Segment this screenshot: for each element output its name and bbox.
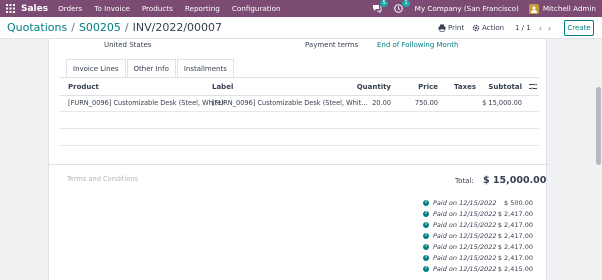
line-quantity[interactable]: 20.00 <box>372 99 391 107</box>
row-divider <box>59 145 539 146</box>
payment-terms-field[interactable]: End of Following Month <box>377 41 458 51</box>
payment-date: Paid on 12/15/2022 <box>433 209 497 218</box>
breadcrumb-separator: / <box>71 21 75 34</box>
info-icon[interactable]: i <box>423 221 429 228</box>
payment-line: i Paid on 12/15/2022 $ 500.00 <box>423 197 533 208</box>
top-navbar: Sales Orders To Invoice Products Reporti… <box>0 0 602 17</box>
breadcrumb-order[interactable]: S00205 <box>79 21 121 34</box>
table-row[interactable]: [FURN_0096] Customizable Desk (Steel, Wh… <box>59 97 539 111</box>
company-switcher[interactable]: My Company (San Francisco) <box>415 4 519 13</box>
tab-installments[interactable]: Installments <box>176 59 234 78</box>
partner-country: United States <box>104 41 152 49</box>
form-sheet: United States Payment terms End of Follo… <box>48 39 548 280</box>
column-price[interactable]: Price <box>418 83 438 91</box>
tab-invoice-lines[interactable]: Invoice Lines <box>66 59 126 78</box>
info-icon[interactable]: i <box>423 243 429 250</box>
scrollbar-thumb[interactable] <box>596 87 601 165</box>
notebook-tabs: Invoice Lines Other Info Installments <box>66 59 235 78</box>
action-label: Action <box>482 24 505 32</box>
payment-amount: $ 2,417.00 <box>497 220 533 229</box>
print-label: Print <box>448 24 465 32</box>
menu-configuration[interactable]: Configuration <box>232 4 281 13</box>
payment-list: i Paid on 12/15/2022 $ 500.00 i Paid on … <box>423 197 533 274</box>
action-button[interactable]: Action <box>472 24 504 32</box>
header-divider <box>59 95 539 96</box>
info-icon[interactable]: i <box>423 265 429 272</box>
total-value: $ 15,000.00 <box>483 175 547 186</box>
apps-menu-icon[interactable] <box>3 0 17 17</box>
activity-badge: 1 <box>402 0 410 7</box>
breadcrumb-current: INV/2022/00007 <box>132 21 223 34</box>
chat-badge: 5 <box>380 0 388 7</box>
tab-other-info[interactable]: Other Info <box>126 59 176 78</box>
line-subtotal: $ 15,000.00 <box>482 99 522 107</box>
payment-amount: $ 2,417.00 <box>497 253 533 262</box>
user-avatar[interactable] <box>528 3 539 14</box>
row-divider <box>59 111 539 112</box>
row-divider <box>59 128 539 129</box>
column-taxes[interactable]: Taxes <box>454 83 476 91</box>
optional-columns-icon[interactable] <box>529 83 537 92</box>
payment-amount: $ 500.00 <box>504 198 533 207</box>
payment-terms-label: Payment terms <box>305 41 359 49</box>
scrollbar[interactable] <box>595 39 602 280</box>
menu-reporting[interactable]: Reporting <box>185 4 220 13</box>
column-quantity[interactable]: Quantity <box>357 83 391 91</box>
payment-date: Paid on 12/15/2022 <box>433 264 497 273</box>
payment-line: i Paid on 12/15/2022 $ 2,417.00 <box>423 230 533 241</box>
pager-next-icon[interactable]: › <box>548 24 551 33</box>
payment-line: i Paid on 12/15/2022 $ 2,417.00 <box>423 219 533 230</box>
chat-icon[interactable]: 5 <box>371 0 388 15</box>
column-subtotal[interactable]: Subtotal <box>488 83 522 91</box>
gear-icon <box>472 24 480 32</box>
tabs-divider <box>59 77 539 78</box>
column-label[interactable]: Label <box>212 83 233 91</box>
user-menu[interactable]: Mitchell Admin <box>543 4 596 13</box>
print-icon <box>438 24 446 32</box>
payment-line: i Paid on 12/15/2022 $ 2,417.00 <box>423 241 533 252</box>
payment-line: i Paid on 12/15/2022 $ 2,415.00 <box>423 263 533 274</box>
control-panel: Quotations / S00205 / INV/2022/00007 Pri… <box>0 17 602 39</box>
pager-previous-icon[interactable]: ‹ <box>539 24 542 33</box>
app-name[interactable]: Sales <box>21 4 48 14</box>
terms-and-conditions-field[interactable]: Terms and Conditions <box>67 175 138 183</box>
activity-icon[interactable]: 1 <box>393 0 410 15</box>
info-icon[interactable]: i <box>423 254 429 261</box>
payment-date: Paid on 12/15/2022 <box>433 242 497 251</box>
line-price[interactable]: 750.00 <box>415 99 438 107</box>
payment-amount: $ 2,417.00 <box>497 231 533 240</box>
menu-to-invoice[interactable]: To Invoice <box>94 4 130 13</box>
info-icon[interactable]: i <box>423 210 429 217</box>
line-label[interactable]: [FURN_0096] Customizable Desk (Steel, Wh… <box>212 99 368 107</box>
payment-date: Paid on 12/15/2022 <box>433 198 497 207</box>
payment-date: Paid on 12/15/2022 <box>433 231 497 240</box>
create-button[interactable]: Create <box>564 20 594 36</box>
pager-value[interactable]: 1 / 1 <box>515 24 531 32</box>
section-divider <box>49 164 548 165</box>
breadcrumb-separator: / <box>124 21 129 34</box>
breadcrumb: Quotations / S00205 / INV/2022/00007 <box>7 21 222 34</box>
breadcrumb-quotations[interactable]: Quotations <box>7 21 67 34</box>
invoice-lines-header: Product Label Quantity Price Taxes Subto… <box>59 81 539 95</box>
payment-date: Paid on 12/15/2022 <box>433 220 497 229</box>
info-icon[interactable]: i <box>423 199 429 206</box>
menu-products[interactable]: Products <box>142 4 173 13</box>
pager: 1 / 1 ‹ › <box>515 17 557 39</box>
menu-orders[interactable]: Orders <box>58 4 82 13</box>
payment-line: i Paid on 12/15/2022 $ 2,417.00 <box>423 252 533 263</box>
payment-date: Paid on 12/15/2022 <box>433 253 497 262</box>
payment-amount: $ 2,417.00 <box>497 242 533 251</box>
payment-amount: $ 2,417.00 <box>497 209 533 218</box>
info-icon[interactable]: i <box>423 232 429 239</box>
print-button[interactable]: Print <box>438 24 464 32</box>
column-product[interactable]: Product <box>68 83 99 91</box>
payment-amount: $ 2,415.00 <box>497 264 533 273</box>
payment-line: i Paid on 12/15/2022 $ 2,417.00 <box>423 208 533 219</box>
line-product[interactable]: [FURN_0096] Customizable Desk (Steel, Wh… <box>68 99 224 107</box>
total-label: Total: <box>455 177 474 185</box>
